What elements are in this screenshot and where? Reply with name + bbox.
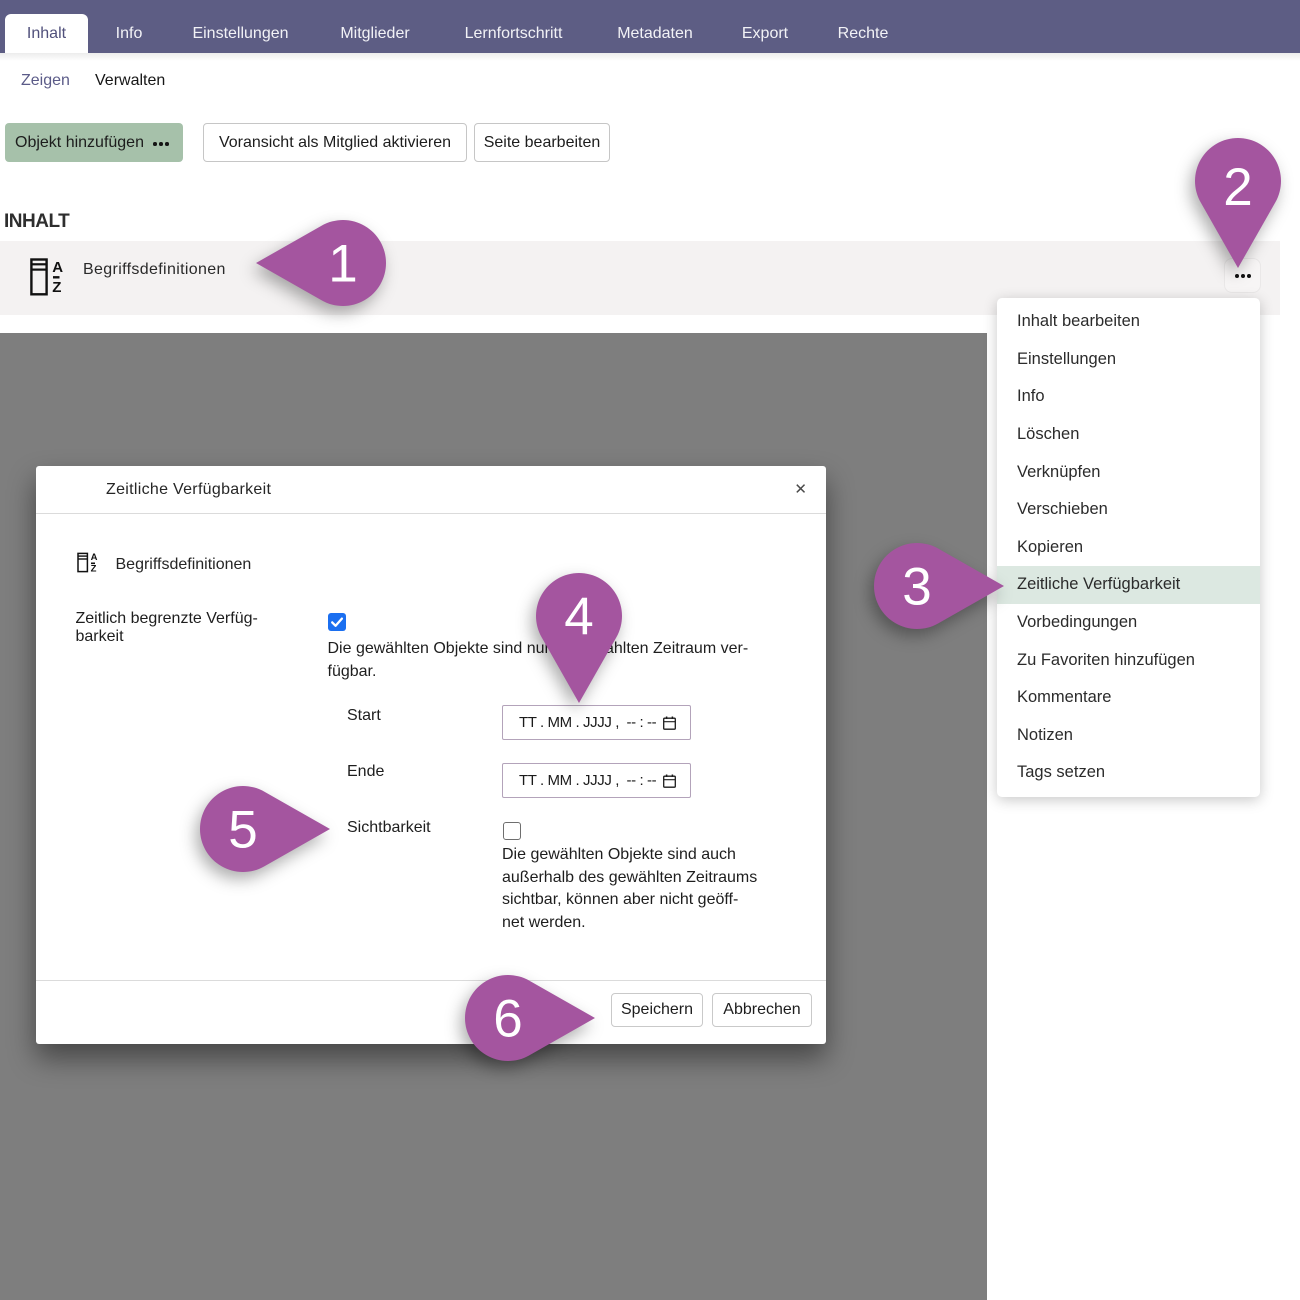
svg-text:A: A <box>52 259 63 276</box>
svg-text:Z: Z <box>52 279 61 296</box>
svg-text:Z: Z <box>91 564 97 573</box>
svg-text:1: 1 <box>328 234 357 293</box>
svg-text:3: 3 <box>902 557 931 616</box>
svg-text:A: A <box>91 552 98 563</box>
svg-text:6: 6 <box>493 990 522 1049</box>
svg-text:5: 5 <box>228 800 257 859</box>
svg-text:2: 2 <box>1223 158 1252 217</box>
svg-text:4: 4 <box>564 588 593 647</box>
